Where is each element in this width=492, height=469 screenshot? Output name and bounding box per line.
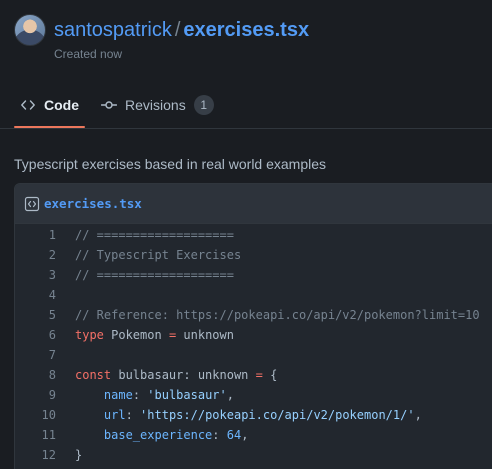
line-number[interactable]: 7 xyxy=(15,345,56,365)
code-token: name xyxy=(103,388,133,402)
line-content: // =================== xyxy=(56,265,234,285)
code-token: const xyxy=(75,368,112,382)
line-content: // Typescript Exercises xyxy=(56,245,241,265)
tabs-divider xyxy=(0,128,492,129)
line-content: name: 'bulbasaur', xyxy=(56,385,234,405)
code-line: 10 url: 'https://pokeapi.co/api/v2/pokem… xyxy=(15,405,492,425)
line-content xyxy=(56,285,75,305)
code-line: 12} xyxy=(15,445,492,465)
title-separator: / xyxy=(174,19,181,41)
line-number[interactable]: 2 xyxy=(15,245,56,265)
code-token: } xyxy=(75,448,83,462)
revisions-count-badge: 1 xyxy=(193,95,214,115)
code-token: // Reference: https://pokeapi.co/api/v2/… xyxy=(75,308,480,322)
code-token: : xyxy=(212,428,227,442)
code-token: // =================== xyxy=(75,268,234,282)
code-token: : xyxy=(132,388,148,402)
code-view: 1 // =================== 2 // Typescript Ex… xyxy=(15,224,492,465)
line-content: // =================== xyxy=(56,225,234,245)
code-icon xyxy=(20,97,36,113)
code-line: 3 // =================== xyxy=(15,265,492,285)
code-token: { xyxy=(262,368,278,382)
gist-tabs: Code Revisions 1 xyxy=(14,88,220,128)
line-content: base_experience: 64, xyxy=(56,425,249,445)
created-timestamp: Created now xyxy=(54,47,123,61)
code-token: type xyxy=(75,328,104,342)
gist-description: Typescript exercises based in real world… xyxy=(14,156,327,172)
code-token: Pokemon xyxy=(103,328,169,342)
line-number[interactable]: 11 xyxy=(15,425,56,445)
code-token: 'https://pokeapi.co/api/v2/pokemon/1/' xyxy=(140,408,415,422)
code-token: // Typescript Exercises xyxy=(75,248,242,262)
code-line: 9 name: 'bulbasaur', xyxy=(15,385,492,405)
file-box: exercises.tsx 1 // =================== 2 //… xyxy=(14,183,492,469)
code-square-icon xyxy=(24,196,40,212)
title-block: santospatrick / exercises.tsx Created now xyxy=(54,14,309,62)
line-content: } xyxy=(56,445,82,465)
tab-revisions[interactable]: Revisions 1 xyxy=(95,88,220,122)
line-content: const bulbasaur: unknown = { xyxy=(56,365,277,385)
tab-code[interactable]: Code xyxy=(14,88,85,128)
code-line: 8 const bulbasaur: unknown = { xyxy=(15,365,492,385)
line-number[interactable]: 4 xyxy=(15,285,56,305)
code-line: 6 type Pokemon = unknown xyxy=(15,325,492,345)
code-token: // =================== xyxy=(75,228,234,242)
line-number[interactable]: 1 xyxy=(15,225,56,245)
code-token: 64 xyxy=(226,428,242,442)
code-token: , xyxy=(226,388,234,402)
line-number[interactable]: 5 xyxy=(15,305,56,325)
code-token: bulbasaur: unknown xyxy=(111,368,256,382)
gist-title: santospatrick / exercises.tsx xyxy=(54,14,309,46)
line-number[interactable]: 6 xyxy=(15,325,56,345)
gist-file-link[interactable]: exercises.tsx xyxy=(183,19,309,41)
line-number[interactable]: 10 xyxy=(15,405,56,425)
code-token: url xyxy=(103,408,126,422)
code-token: 'bulbasaur' xyxy=(147,388,227,402)
code-line: 11 base_experience: 64, xyxy=(15,425,492,445)
code-line: 2 // Typescript Exercises xyxy=(15,245,492,265)
code-token: : xyxy=(125,408,141,422)
code-token: , xyxy=(241,428,249,442)
line-content xyxy=(56,345,75,365)
file-header: exercises.tsx xyxy=(15,184,492,224)
line-number[interactable]: 3 xyxy=(15,265,56,285)
code-token: , xyxy=(414,408,422,422)
line-content: type Pokemon = unknown xyxy=(56,325,234,345)
line-number[interactable]: 12 xyxy=(15,445,56,465)
owner-link[interactable]: santospatrick xyxy=(54,19,172,41)
gist-header: santospatrick / exercises.tsx Created now xyxy=(14,14,309,62)
gist-page: santospatrick / exercises.tsx Created now … xyxy=(0,0,492,469)
code-line: 4 xyxy=(15,285,492,305)
code-line: 5 // Reference: https://pokeapi.co/api/v2… xyxy=(15,305,492,325)
line-number[interactable]: 8 xyxy=(15,365,56,385)
line-content: // Reference: https://pokeapi.co/api/v2/… xyxy=(56,305,480,325)
code-token: = xyxy=(255,368,263,382)
avatar[interactable] xyxy=(14,14,46,46)
line-number[interactable]: 9 xyxy=(15,385,56,405)
line-content: url: 'https://pokeapi.co/api/v2/pokemon/… xyxy=(56,405,422,425)
git-commit-icon xyxy=(101,97,117,113)
code-token: unknown xyxy=(176,328,234,342)
tab-revisions-label: Revisions xyxy=(125,97,186,113)
file-name-link[interactable]: exercises.tsx xyxy=(44,196,142,211)
code-line: 1 // =================== xyxy=(15,225,492,245)
code-token: base_experience xyxy=(103,428,213,442)
tab-code-label: Code xyxy=(44,97,79,113)
code-line: 7 xyxy=(15,345,492,365)
